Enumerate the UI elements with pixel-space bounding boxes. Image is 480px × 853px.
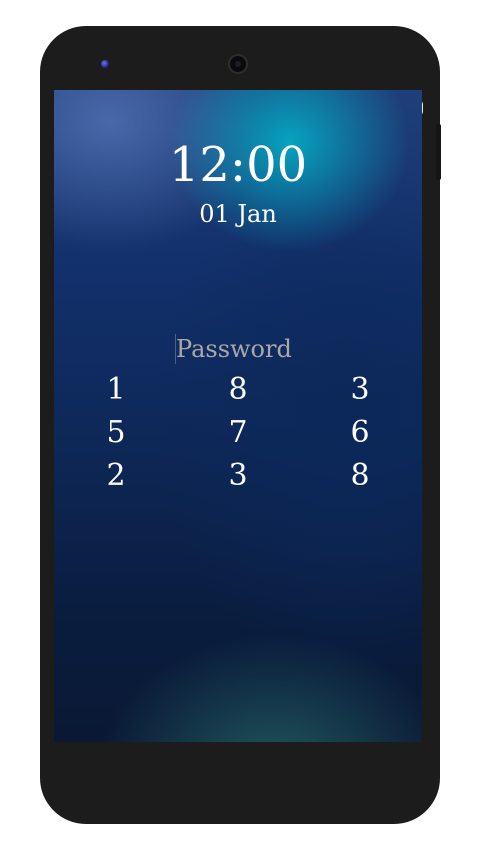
front-camera — [228, 54, 248, 74]
proximity-sensor — [101, 60, 109, 68]
key-row1-col3[interactable]: 3 — [340, 370, 380, 410]
clock-date: 01 Jan — [199, 200, 277, 228]
key-row3-col3[interactable]: 8 — [340, 456, 380, 496]
key-row3-col1[interactable]: 2 — [96, 456, 136, 496]
key-row2-col3[interactable]: 6 — [340, 413, 380, 453]
key-row3-col2[interactable]: 3 — [218, 456, 258, 496]
key-row1-col2[interactable]: 8 — [218, 370, 258, 410]
clock-time: 12:00 — [168, 137, 308, 193]
key-row2-col1[interactable]: 5 — [96, 413, 136, 453]
password-field[interactable] — [175, 334, 300, 364]
lock-screen: 12:00 01 Jan 1 8 3 5 7 6 2 3 8 — [54, 90, 422, 742]
key-row1-col1[interactable]: 1 — [96, 370, 136, 410]
power-button — [436, 124, 441, 180]
key-row2-col2[interactable]: 7 — [218, 413, 258, 453]
